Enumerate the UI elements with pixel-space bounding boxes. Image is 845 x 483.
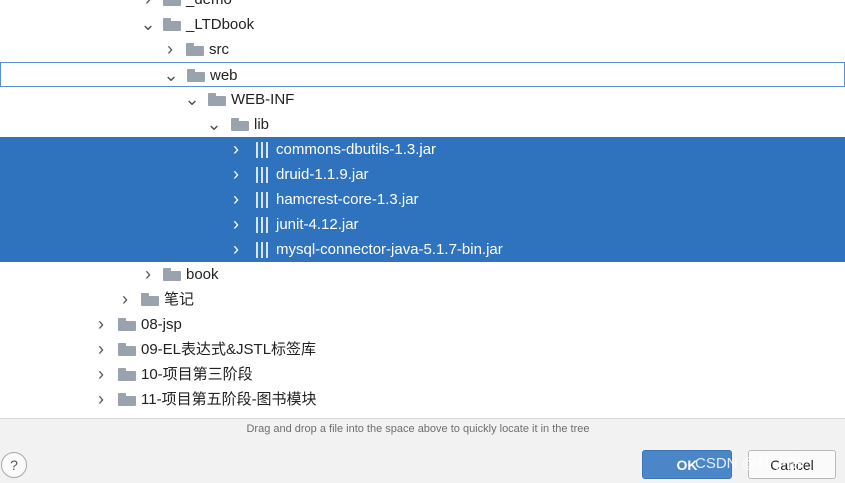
tree-row[interactable]: ⌄ lib bbox=[0, 112, 845, 137]
csdn-watermark: CSDN @柿子饼 bbox=[695, 455, 802, 472]
tree-row[interactable]: › 10-项目第三阶段 bbox=[0, 362, 845, 387]
tree-row-label: WEB-INF bbox=[231, 91, 295, 108]
tree-row[interactable]: › 笔记 bbox=[0, 287, 845, 312]
chevron-right-icon[interactable]: › bbox=[228, 162, 244, 187]
chevron-down-icon[interactable]: ⌄ bbox=[184, 87, 200, 112]
drag-drop-hint: Drag and drop a file into the space abov… bbox=[246, 423, 590, 435]
tree-row-label: hamcrest-core-1.3.jar bbox=[276, 191, 419, 208]
tree-row[interactable]: › book bbox=[0, 262, 845, 287]
chevron-right-icon[interactable]: › bbox=[93, 337, 109, 362]
chevron-right-icon[interactable]: › bbox=[228, 212, 244, 237]
chevron-right-icon[interactable]: › bbox=[140, 262, 156, 287]
tree-row[interactable]: › druid-1.1.9.jar bbox=[0, 162, 845, 187]
folder-icon bbox=[118, 368, 136, 381]
tree-row-label: 11-项目第五阶段-图书模块 bbox=[141, 391, 317, 408]
dialog-footer: Drag and drop a file into the space abov… bbox=[0, 418, 845, 483]
tree-row[interactable]: › mysql-connector-java-5.1.7-bin.jar bbox=[0, 237, 845, 262]
tree-row[interactable]: › _demo bbox=[0, 0, 845, 12]
tree-row-label: web bbox=[210, 67, 238, 84]
tree-row[interactable]: › 08-jsp bbox=[0, 312, 845, 337]
tree-row-label: _LTDbook bbox=[186, 16, 255, 33]
project-tree[interactable]: › _demo ⌄ _LTDbook › src ⌄ web ⌄ WEB-INF… bbox=[0, 0, 845, 418]
tree-row-label: 09-EL表达式&JSTL标签库 bbox=[141, 341, 317, 358]
tree-row[interactable]: › junit-4.12.jar bbox=[0, 212, 845, 237]
chevron-right-icon[interactable]: › bbox=[117, 287, 133, 312]
tree-row-label: 10-项目第三阶段 bbox=[141, 366, 253, 383]
chevron-down-icon[interactable]: ⌄ bbox=[206, 112, 222, 137]
folder-icon bbox=[141, 293, 159, 306]
tree-row-label: commons-dbutils-1.3.jar bbox=[276, 141, 437, 158]
folder-icon bbox=[163, 268, 181, 281]
tree-row[interactable]: › 09-EL表达式&JSTL标签库 bbox=[0, 337, 845, 362]
tree-row[interactable]: ⌄ WEB-INF bbox=[0, 87, 845, 112]
jar-library-icon bbox=[255, 217, 269, 233]
help-button[interactable]: ? bbox=[1, 452, 27, 478]
tree-row[interactable]: › hamcrest-core-1.3.jar bbox=[0, 187, 845, 212]
folder-icon bbox=[231, 118, 249, 131]
chevron-down-icon[interactable]: ⌄ bbox=[163, 63, 179, 88]
chevron-right-icon[interactable]: › bbox=[93, 312, 109, 337]
folder-icon bbox=[118, 393, 136, 406]
tree-row-label: mysql-connector-java-5.1.7-bin.jar bbox=[276, 241, 503, 258]
tree-row-label: junit-4.12.jar bbox=[276, 216, 359, 233]
folder-icon bbox=[118, 343, 136, 356]
tree-row[interactable]: › 11-项目第五阶段-图书模块 bbox=[0, 387, 845, 412]
tree-row-label: druid-1.1.9.jar bbox=[276, 166, 369, 183]
chevron-right-icon[interactable]: › bbox=[162, 37, 178, 62]
chevron-right-icon[interactable]: › bbox=[228, 187, 244, 212]
folder-icon bbox=[163, 18, 181, 31]
tree-row[interactable]: › commons-dbutils-1.3.jar bbox=[0, 137, 845, 162]
jar-library-icon bbox=[255, 167, 269, 183]
chevron-right-icon[interactable]: › bbox=[93, 362, 109, 387]
chevron-right-icon[interactable]: › bbox=[228, 237, 244, 262]
folder-icon bbox=[208, 93, 226, 106]
folder-icon bbox=[118, 318, 136, 331]
chevron-right-icon[interactable]: › bbox=[140, 0, 156, 12]
tree-row-label: _demo bbox=[186, 0, 232, 12]
tree-row[interactable]: ⌄ _LTDbook bbox=[0, 12, 845, 37]
chevron-down-icon[interactable]: ⌄ bbox=[140, 12, 156, 37]
tree-row-label: 08-jsp bbox=[141, 316, 182, 333]
tree-row[interactable]: › src bbox=[0, 37, 845, 62]
tree-row-label: src bbox=[209, 41, 229, 58]
folder-icon bbox=[163, 0, 181, 6]
folder-icon bbox=[187, 69, 205, 82]
tree-row-label: 笔记 bbox=[164, 291, 195, 308]
jar-library-icon bbox=[255, 242, 269, 258]
jar-library-icon bbox=[255, 142, 269, 158]
chevron-right-icon[interactable]: › bbox=[228, 137, 244, 162]
chevron-right-icon[interactable]: › bbox=[93, 387, 109, 412]
tree-row-label: lib bbox=[254, 116, 270, 133]
tree-row-label: book bbox=[186, 266, 219, 283]
tree-row[interactable]: ⌄ web bbox=[0, 62, 845, 87]
folder-icon bbox=[186, 43, 204, 56]
jar-library-icon bbox=[255, 192, 269, 208]
